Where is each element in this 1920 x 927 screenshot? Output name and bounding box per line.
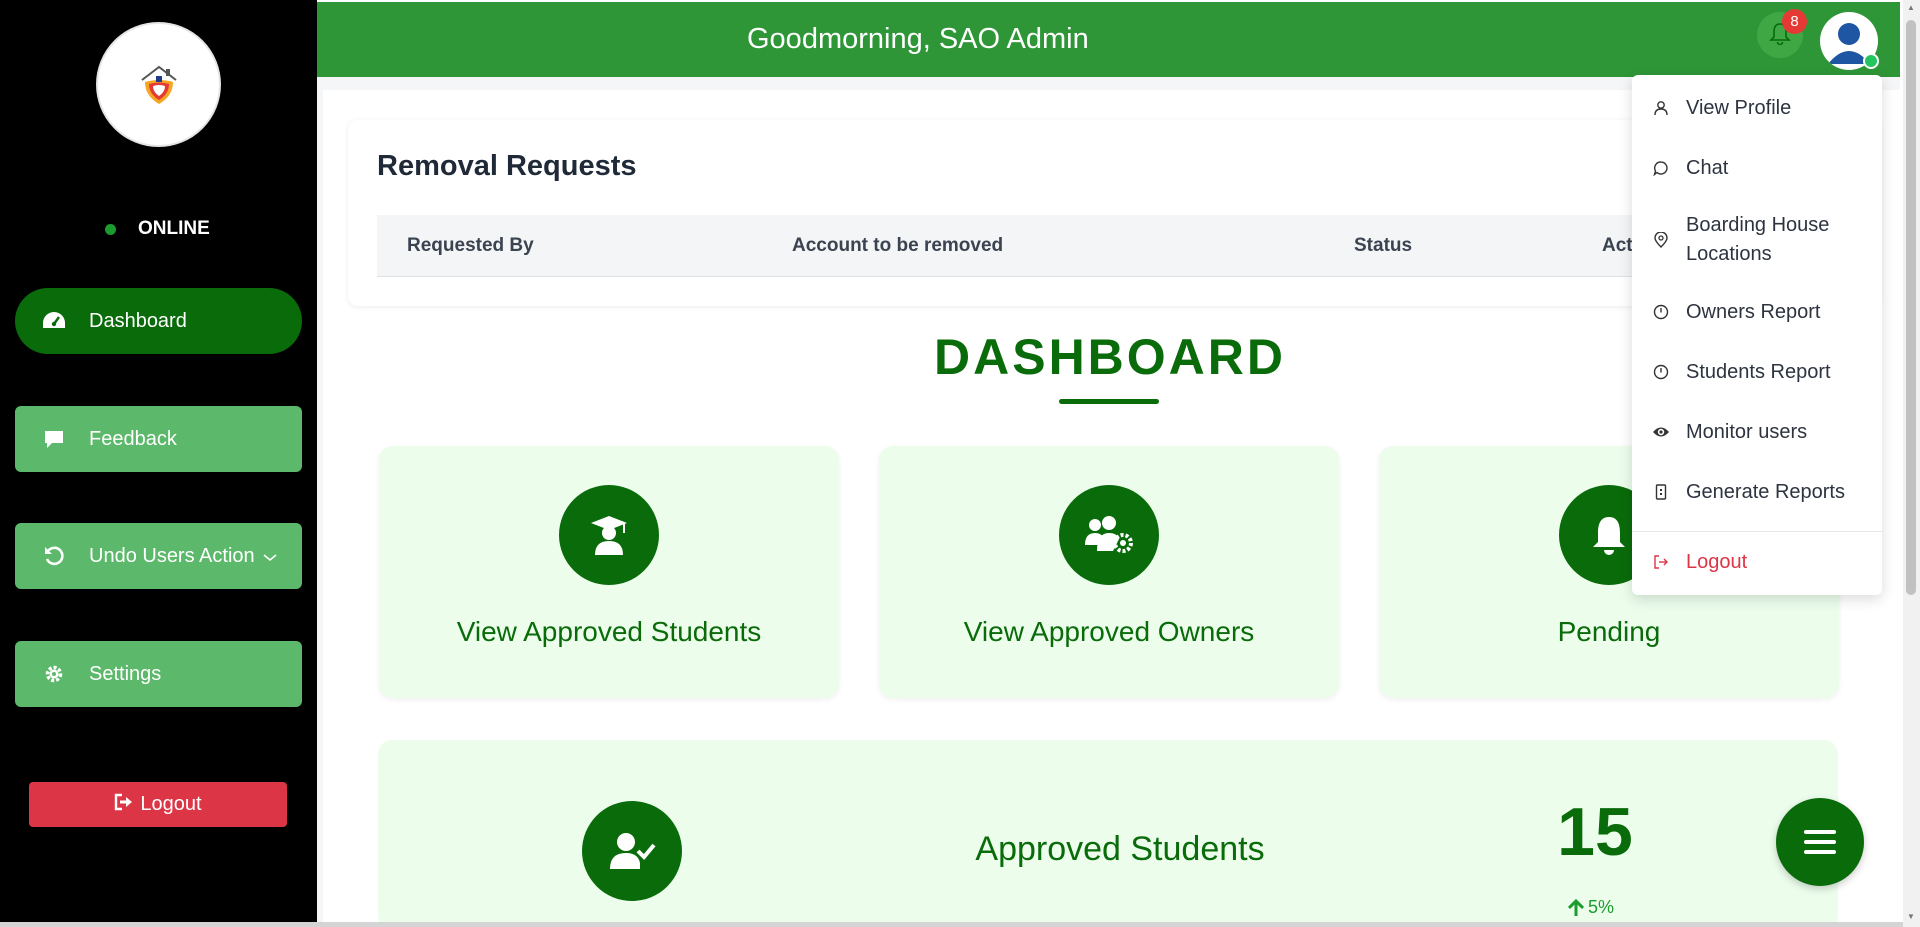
menu-item-label: Monitor users (1686, 420, 1808, 443)
column-header-status: Status (1354, 235, 1413, 256)
gear-icon (41, 661, 67, 687)
removal-requests-title: Removal Requests (377, 150, 637, 182)
menu-item-logout[interactable]: Logout (1632, 547, 1882, 577)
notification-count-badge: 8 (1782, 9, 1807, 34)
scroll-down-arrow-icon[interactable]: ▼ (1906, 912, 1916, 922)
sidebar-item-dashboard[interactable]: Dashboard (15, 288, 302, 354)
map-pin-icon (1652, 231, 1670, 249)
menu-item-label: Boarding House Locations (1686, 214, 1830, 265)
online-dot-icon (105, 223, 116, 235)
trend-value: 5% (1588, 897, 1615, 917)
logout-label: Logout (140, 793, 202, 815)
sidebar-item-label: Settings (89, 662, 162, 685)
menu-item-owners-report[interactable]: Owners Report (1632, 297, 1882, 327)
users-gear-icon (1085, 516, 1133, 553)
top-header: Goodmorning, SAO Admin 8 (317, 2, 1900, 77)
sidebar-item-undo-users-action[interactable]: Undo Users Action (15, 523, 302, 589)
menu-item-label: Chat (1686, 156, 1729, 179)
view-approved-owners-tile[interactable]: View Approved Owners (879, 446, 1339, 698)
menu-item-label: View Profile (1686, 96, 1792, 119)
online-status: ONLINE (105, 218, 210, 240)
hamburger-menu-icon (1804, 830, 1836, 854)
column-header-requested-by: Requested By (407, 235, 534, 256)
title-underline (1059, 399, 1159, 404)
menu-item-generate-reports[interactable]: Generate Reports (1632, 477, 1882, 507)
sign-out-icon (114, 793, 134, 817)
scrollbar-thumb[interactable] (1906, 20, 1916, 595)
clock-icon (1652, 363, 1670, 381)
view-approved-students-tile[interactable]: View Approved Students (379, 446, 839, 698)
horizontal-scrollbar[interactable] (0, 922, 1903, 927)
bell-icon (1593, 517, 1625, 555)
chevron-down-icon (263, 545, 277, 568)
menu-item-label: Students Report (1686, 360, 1831, 383)
menu-item-chat[interactable]: Chat (1632, 153, 1882, 183)
arrow-up-icon (1568, 898, 1584, 916)
sidebar: ONLINE Dashboard Feedback Undo Users Act… (0, 0, 317, 927)
menu-item-label: Logout (1686, 550, 1748, 573)
menu-item-boarding-house-locations[interactable]: Boarding House Locations (1632, 210, 1882, 270)
stat-icon-circle (582, 801, 682, 901)
stat-trend: 5% (1568, 897, 1614, 918)
app-logo[interactable] (96, 22, 221, 147)
comment-icon (41, 426, 67, 452)
menu-item-label: Owners Report (1686, 300, 1821, 323)
clock-icon (1652, 303, 1670, 321)
tile-icon-circle (1059, 485, 1159, 585)
sidebar-item-label: Feedback (89, 427, 177, 450)
dashboard-title: DASHBOARD (934, 329, 1286, 385)
tile-label: Pending (1557, 616, 1661, 647)
stat-label: Approved Students (975, 830, 1265, 868)
tachometer-icon (41, 308, 67, 334)
menu-item-students-report[interactable]: Students Report (1632, 357, 1882, 387)
menu-item-monitor-users[interactable]: Monitor users (1632, 417, 1882, 447)
tile-label: View Approved Owners (963, 616, 1255, 647)
sidebar-item-feedback[interactable]: Feedback (15, 406, 302, 472)
undo-icon (41, 543, 67, 569)
sidebar-item-settings[interactable]: Settings (15, 641, 302, 707)
menu-item-label: Generate Reports (1686, 480, 1845, 503)
tile-icon-circle (559, 485, 659, 585)
avatar-online-dot-icon (1863, 53, 1879, 69)
scroll-up-arrow-icon[interactable]: ▲ (1906, 3, 1916, 13)
column-header-account: Account to be removed (792, 235, 1004, 256)
logout-icon (1652, 553, 1670, 571)
greeting-text: Goodmorning, SAO Admin (747, 23, 1089, 55)
user-icon (1652, 99, 1670, 117)
user-check-icon (610, 833, 656, 869)
tile-label: View Approved Students (456, 616, 762, 647)
file-icon (1652, 483, 1670, 501)
sidebar-item-label: Undo Users Action (89, 544, 255, 567)
sidebar-item-label: Dashboard (89, 309, 187, 332)
menu-divider (1632, 531, 1882, 532)
menu-item-view-profile[interactable]: View Profile (1632, 93, 1882, 123)
sidebar-logout-button[interactable]: Logout (29, 782, 287, 827)
stat-value: 15 (1557, 794, 1633, 870)
graduate-icon (591, 516, 627, 555)
eye-icon (1652, 423, 1670, 441)
menu-fab-button[interactable] (1776, 798, 1864, 886)
status-label: ONLINE (138, 218, 210, 239)
user-dropdown-menu: View Profile Chat Boarding House Locatio… (1632, 75, 1882, 595)
house-shield-logo-icon (140, 65, 177, 104)
chat-icon (1652, 159, 1670, 177)
